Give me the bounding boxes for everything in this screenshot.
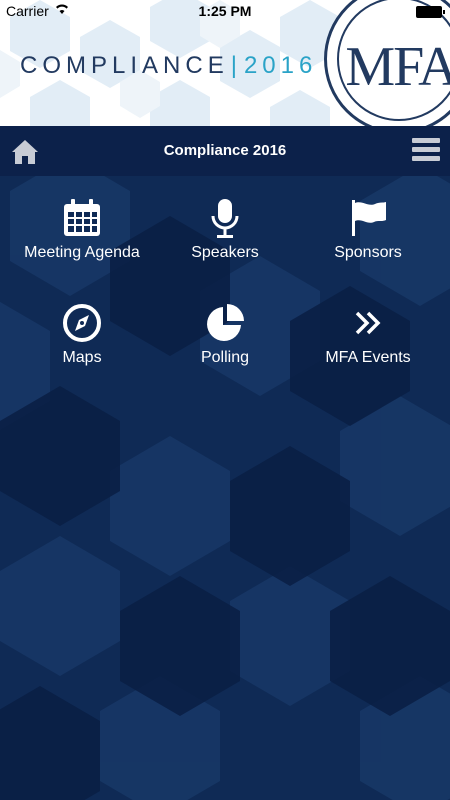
tile-mfa-events[interactable]: MFA Events (293, 281, 443, 371)
tile-polling[interactable]: Polling (150, 281, 300, 371)
compass-icon (63, 304, 101, 342)
main-content: Meeting Agenda Speakers Sponsors Maps Po… (0, 176, 450, 800)
tile-label: MFA Events (325, 349, 411, 366)
nav-bar: Compliance 2016 (0, 126, 450, 176)
hexagon-background (0, 176, 450, 800)
double-chevron-right-icon (355, 311, 381, 335)
pie-chart-icon (207, 304, 244, 341)
banner-year: 2016 (243, 52, 318, 79)
banner-separator: | (230, 52, 242, 79)
page-title: Compliance 2016 (163, 142, 287, 159)
tile-label: Polling (200, 349, 250, 366)
tile-label: Speakers (191, 244, 259, 261)
flag-icon (352, 200, 386, 236)
calendar-icon (64, 199, 100, 236)
hamburger-menu-icon[interactable] (412, 138, 440, 164)
clock: 1:25 PM (198, 3, 252, 19)
microphone-icon (211, 199, 239, 238)
tile-meeting-agenda[interactable]: Meeting Agenda (7, 176, 157, 266)
tile-maps[interactable]: Maps (7, 281, 157, 371)
logo-text: MFA (345, 36, 450, 98)
battery-icon (416, 6, 445, 18)
tile-sponsors[interactable]: Sponsors (293, 176, 443, 266)
status-bar: Carrier 1:25 PM (0, 0, 450, 22)
tile-label: Maps (62, 349, 102, 366)
tile-label: Meeting Agenda (24, 244, 140, 261)
tile-speakers[interactable]: Speakers (150, 176, 300, 266)
tile-label: Sponsors (334, 244, 402, 261)
banner-title: COMPLIANCE|2016 (20, 52, 318, 79)
